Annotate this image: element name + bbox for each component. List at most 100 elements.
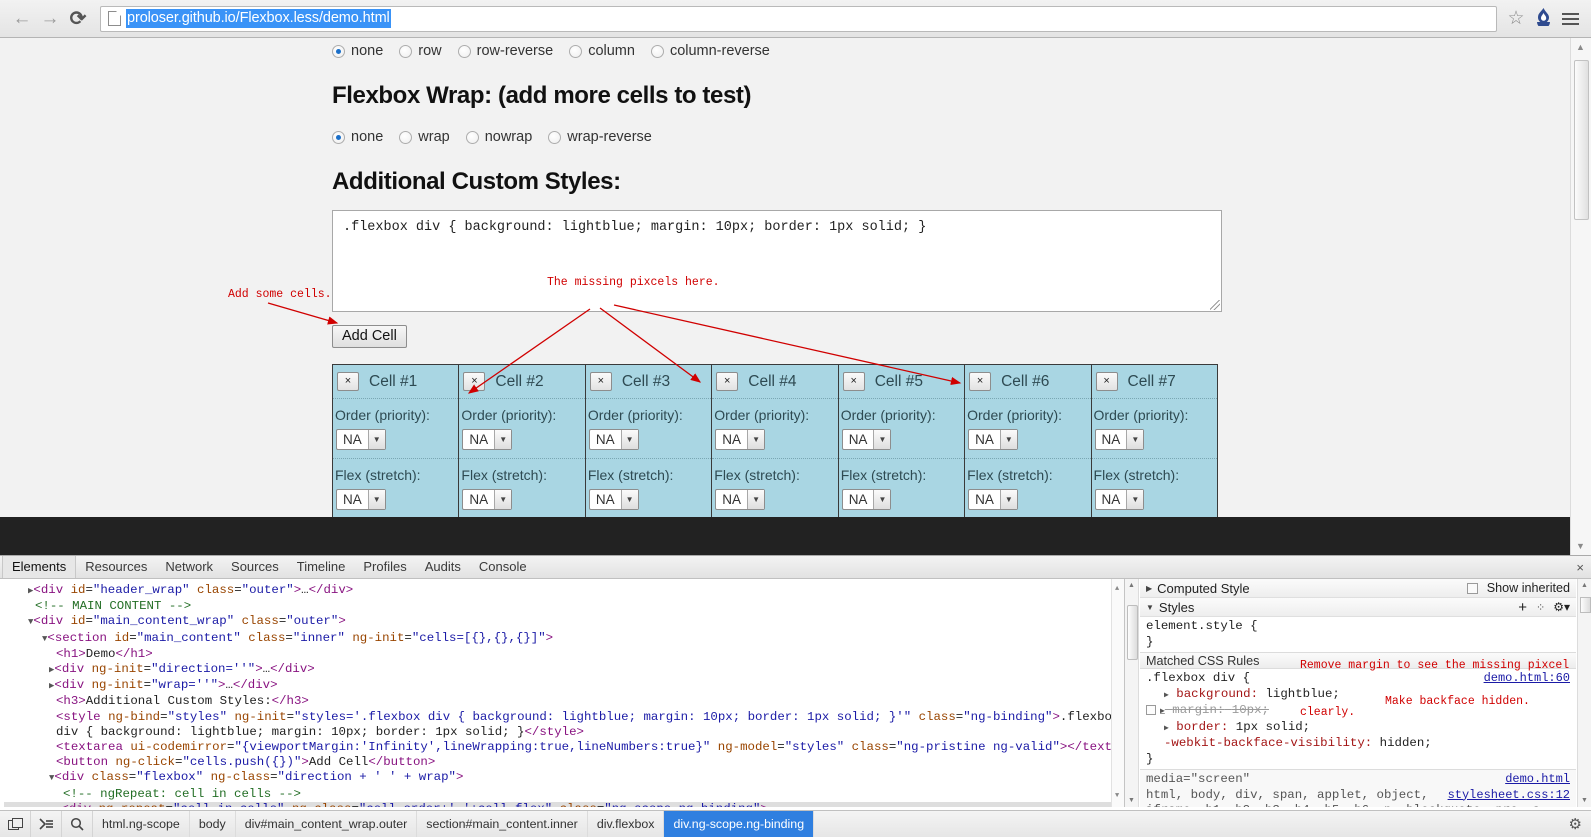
chevron-down-icon[interactable]: ▼ xyxy=(873,430,891,449)
chevron-down-icon[interactable]: ▼ xyxy=(1146,603,1154,612)
dom-line[interactable]: <textarea ui-codemirror="{viewportMargin… xyxy=(4,740,1124,755)
address-bar[interactable]: proloser.github.io/Flexbox.less/demo.htm… xyxy=(100,5,1497,32)
radio-indicator[interactable] xyxy=(548,130,562,144)
remove-cell-button[interactable]: × xyxy=(716,372,739,391)
radio-indicator[interactable] xyxy=(569,44,583,58)
ua-selector-line2[interactable]: iframe, h1, h2, h3, h4, h5, h6, p, block… xyxy=(1146,803,1570,807)
order-select[interactable]: NA ▼ xyxy=(715,429,766,450)
order-select[interactable]: NA ▼ xyxy=(1094,429,1145,450)
styles-left-scrollbar[interactable]: ▲ ▼ xyxy=(1125,579,1139,807)
forward-button[interactable]: → xyxy=(36,5,64,33)
order-select[interactable]: NA ▼ xyxy=(336,429,386,450)
flex-select[interactable]: NA ▼ xyxy=(968,489,1018,510)
wrap-option-wrap-reverse[interactable]: wrap-reverse xyxy=(548,129,652,145)
scroll-down-icon[interactable]: ▼ xyxy=(1576,541,1585,551)
chevron-down-icon[interactable]: ▼ xyxy=(999,430,1017,449)
computed-style-section-header[interactable]: ▶ Computed Style Show inherited xyxy=(1140,579,1576,598)
dom-tree-pane[interactable]: ▶<div id="header_wrap" class="outer">…</… xyxy=(0,579,1124,807)
search-icon[interactable] xyxy=(62,811,93,837)
radio-indicator[interactable] xyxy=(457,44,471,58)
media-source-link[interactable]: demo.html xyxy=(1505,772,1570,788)
url-text[interactable]: proloser.github.io/Flexbox.less/demo.htm… xyxy=(126,9,391,28)
expander-icon[interactable]: ▶ xyxy=(1164,724,1169,733)
styles-section-header[interactable]: ▼ Styles + ⁘ ⚙▾ xyxy=(1140,598,1576,617)
property-value[interactable]: 1px solid; xyxy=(1236,720,1310,734)
scroll-up-icon[interactable]: ▲ xyxy=(1128,582,1135,589)
expander-icon[interactable]: ▶ xyxy=(1160,707,1165,716)
property-value[interactable]: 10px; xyxy=(1232,703,1269,717)
tab-timeline[interactable]: Timeline xyxy=(288,556,355,578)
direction-option-row[interactable]: row xyxy=(399,43,442,59)
tab-sources[interactable]: Sources xyxy=(222,556,288,578)
property-name[interactable]: background xyxy=(1176,687,1250,701)
scrollbar-thumb[interactable] xyxy=(1574,60,1589,220)
tab-console[interactable]: Console xyxy=(470,556,536,578)
ua-stylesheet-rule[interactable]: demo.html media="screen" stylesheet.css:… xyxy=(1140,769,1576,807)
extension-flame-icon[interactable] xyxy=(1529,7,1557,31)
order-select[interactable]: NA ▼ xyxy=(588,429,639,450)
add-cell-button[interactable]: Add Cell xyxy=(332,325,407,348)
direction-option-column-reverse[interactable]: column-reverse xyxy=(650,43,770,59)
scrollbar-thumb[interactable] xyxy=(1127,605,1138,660)
tab-network[interactable]: Network xyxy=(156,556,222,578)
back-button[interactable]: ← xyxy=(8,5,36,33)
devtools-close-icon[interactable]: × xyxy=(1576,560,1584,575)
radio-indicator[interactable] xyxy=(650,44,664,58)
textarea-resize-grip[interactable] xyxy=(1210,300,1220,310)
chevron-down-icon[interactable]: ▼ xyxy=(494,430,512,449)
flex-select[interactable]: NA ▼ xyxy=(336,489,386,510)
scrollbar-thumb[interactable] xyxy=(1580,597,1591,613)
scroll-down-icon[interactable]: ▼ xyxy=(1128,797,1135,804)
chevron-down-icon[interactable]: ▼ xyxy=(620,430,638,449)
dom-scrollbar[interactable]: ▲ ▼ xyxy=(1111,579,1124,807)
styles-right-scrollbar[interactable]: ▲ ▼ xyxy=(1577,579,1591,807)
breadcrumb-selected-cell[interactable]: div.ng-scope.ng-binding xyxy=(664,811,815,837)
dom-line-selected[interactable]: ▼<div ng-repeat="cell in cells" ng-class… xyxy=(4,801,1124,807)
breadcrumb-flexbox[interactable]: div.flexbox xyxy=(588,811,665,837)
wrap-option-wrap[interactable]: wrap xyxy=(399,129,450,145)
dom-line[interactable]: <h3>Additional Custom Styles:</h3> xyxy=(4,694,1124,709)
scroll-up-icon[interactable]: ▲ xyxy=(1576,42,1585,52)
remove-cell-button[interactable]: × xyxy=(969,372,992,391)
browser-menu-icon[interactable] xyxy=(1557,12,1583,25)
breadcrumb-body[interactable]: body xyxy=(190,811,236,837)
gear-icon[interactable]: ⚙▾ xyxy=(1553,600,1570,614)
chevron-down-icon[interactable]: ▼ xyxy=(747,430,765,449)
property-enable-checkbox[interactable] xyxy=(1146,704,1156,715)
flex-select[interactable]: NA ▼ xyxy=(715,489,766,510)
breadcrumb-main-content[interactable]: section#main_content.inner xyxy=(417,811,588,837)
chevron-down-icon[interactable]: ▼ xyxy=(1126,430,1144,449)
dom-line[interactable]: ▶<div ng-init="direction=''">…</div> xyxy=(4,662,1124,678)
ua-selector-line1[interactable]: html, body, div, span, applet, object, xyxy=(1146,788,1429,802)
chevron-down-icon[interactable]: ▼ xyxy=(747,490,765,509)
property-name[interactable]: margin xyxy=(1172,703,1217,717)
rule-selector[interactable]: .flexbox div { xyxy=(1146,671,1250,685)
scroll-up-icon[interactable]: ▲ xyxy=(1115,582,1119,597)
scroll-down-icon[interactable]: ▼ xyxy=(1581,797,1588,804)
gear-icon[interactable]: ⚙ xyxy=(1569,815,1582,833)
chevron-down-icon[interactable]: ▼ xyxy=(999,490,1017,509)
property-name[interactable]: border xyxy=(1176,720,1221,734)
remove-cell-button[interactable]: × xyxy=(1095,372,1118,391)
dom-line[interactable]: <button ng-click="cells.push({})">Add Ce… xyxy=(4,755,1124,770)
order-select[interactable]: NA ▼ xyxy=(968,429,1018,450)
chevron-down-icon[interactable]: ▼ xyxy=(1126,490,1144,509)
dom-line[interactable]: <!-- MAIN CONTENT --> xyxy=(4,599,1124,614)
radio-indicator[interactable] xyxy=(465,130,479,144)
page-scrollbar[interactable]: ▲ ▼ xyxy=(1570,38,1591,555)
chevron-down-icon[interactable]: ▼ xyxy=(367,430,385,449)
chevron-down-icon[interactable]: ▼ xyxy=(873,490,891,509)
wrap-option-none[interactable]: none xyxy=(332,129,383,145)
dom-line[interactable]: <!-- ngRepeat: cell in cells --> xyxy=(4,787,1124,802)
breadcrumb-main-content-wrap[interactable]: div#main_content_wrap.outer xyxy=(236,811,418,837)
remove-cell-button[interactable]: × xyxy=(463,372,486,391)
chevron-down-icon[interactable]: ▼ xyxy=(367,490,385,509)
order-select[interactable]: NA ▼ xyxy=(462,429,513,450)
remove-cell-button[interactable]: × xyxy=(337,372,359,391)
remove-cell-button[interactable]: × xyxy=(842,372,865,391)
dom-line[interactable]: ▼<section id="main_content" class="inner… xyxy=(4,631,1124,647)
bookmark-star-icon[interactable]: ☆ xyxy=(1503,7,1529,30)
show-inherited-checkbox[interactable] xyxy=(1466,582,1478,594)
dom-line[interactable]: <h1>Demo</h1> xyxy=(4,647,1124,662)
chevron-down-icon[interactable]: ▼ xyxy=(620,490,638,509)
